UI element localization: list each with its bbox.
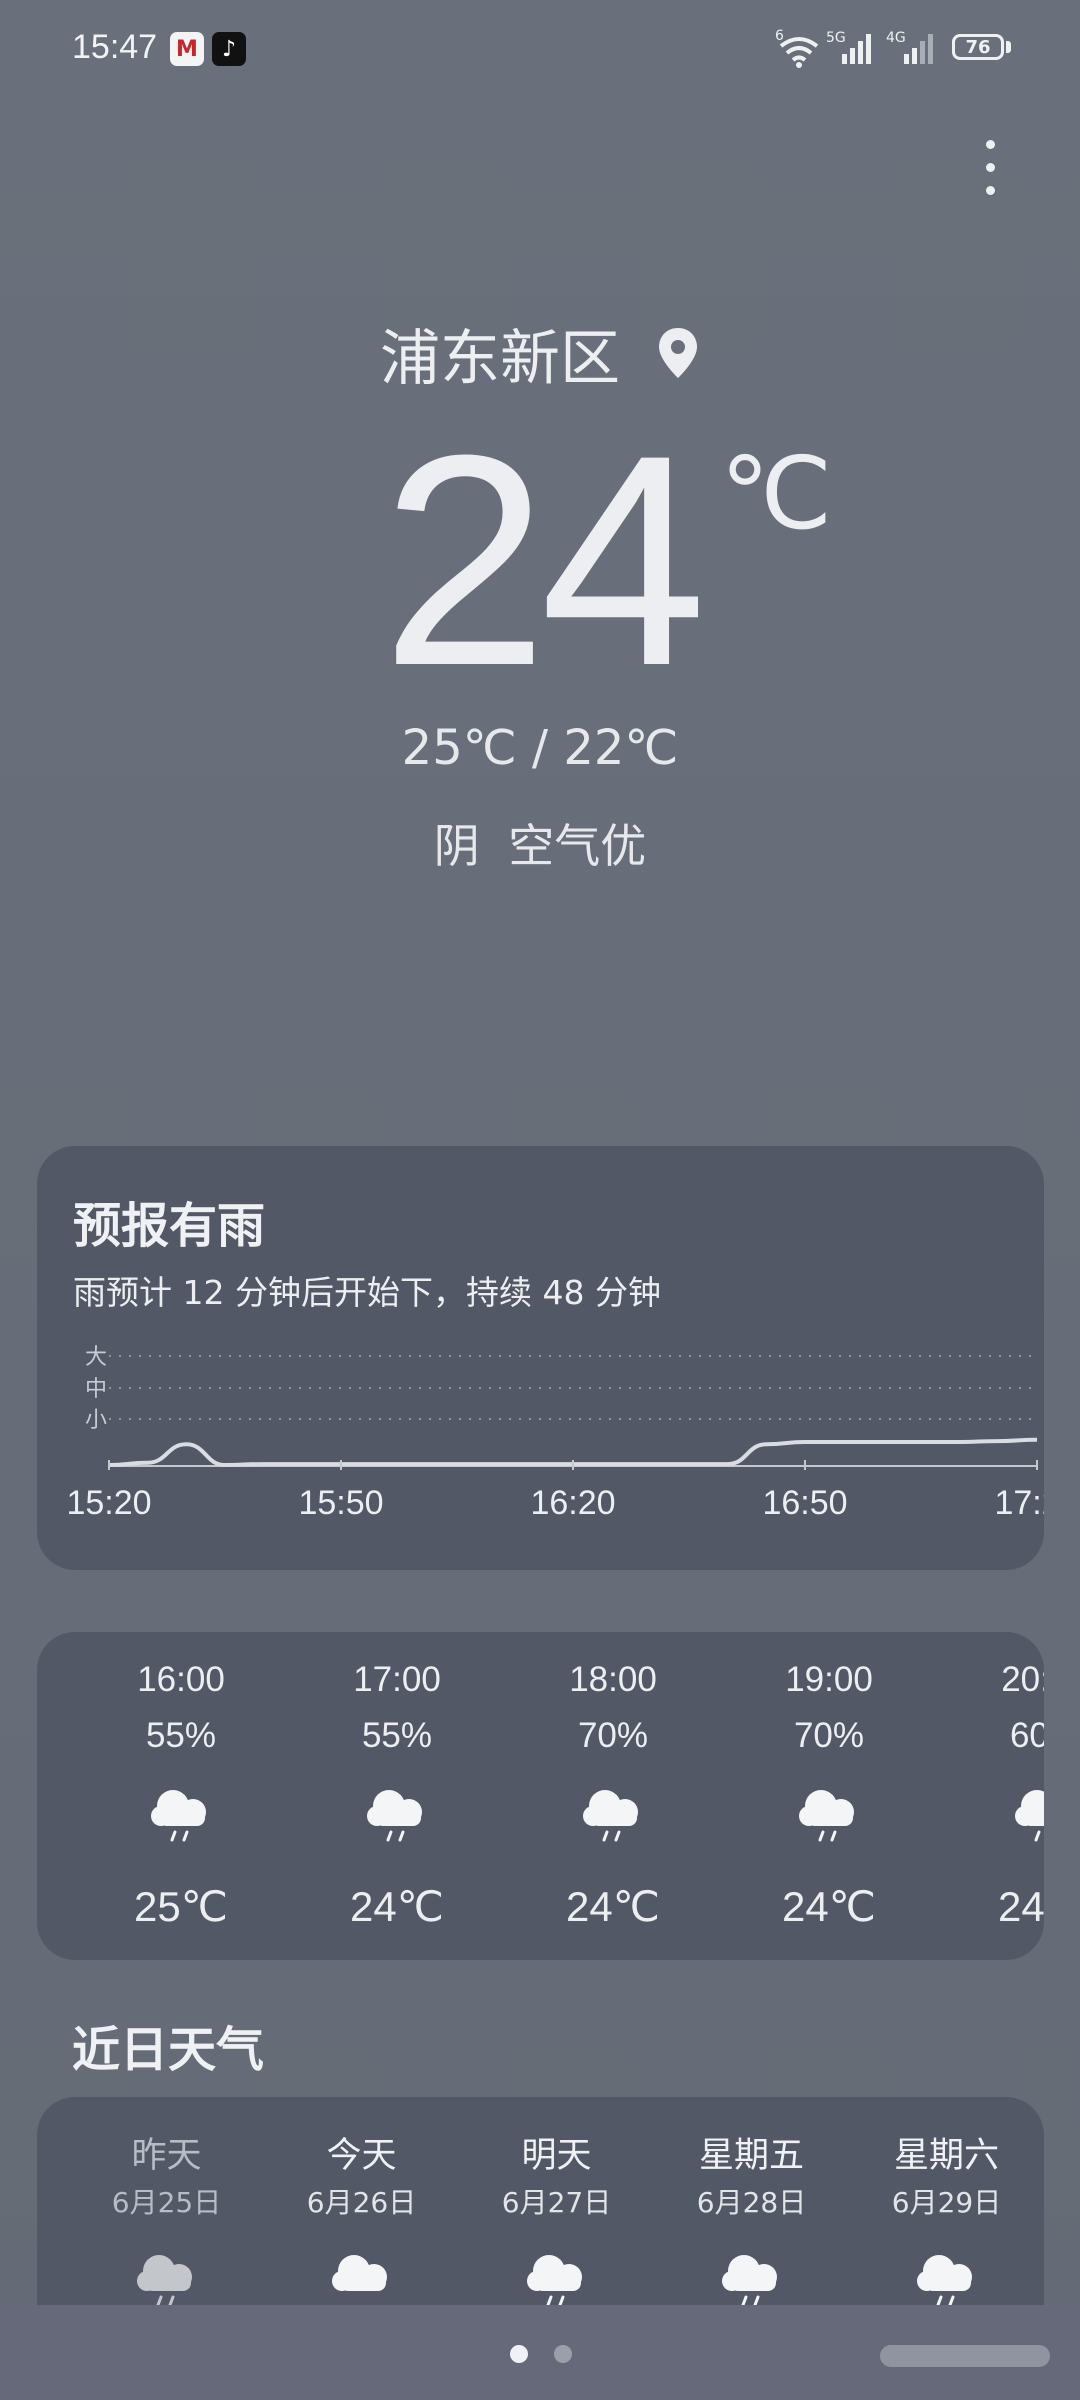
x-tick-label: 16:50 xyxy=(762,1484,847,1522)
hourly-time: 16:00 xyxy=(137,1660,225,1699)
rain-forecast-subtitle: 雨预计 12 分钟后开始下，持续 48 分钟 xyxy=(73,1273,661,1312)
daily-date: 6月28日 xyxy=(696,2186,807,2219)
page-indicator-active[interactable] xyxy=(510,2345,528,2363)
battery-tip xyxy=(1006,41,1011,53)
rain-cloud-icon xyxy=(722,2255,777,2307)
rain-forecast-title: 预报有雨 xyxy=(73,1198,266,1254)
daily-date: 6月25日 xyxy=(111,2186,222,2219)
battery-icon: 76 xyxy=(952,34,1004,60)
location-header[interactable]: 浦东新区 xyxy=(0,310,1080,397)
rain-cloud-icon xyxy=(151,1790,206,1842)
temperature-unit: ℃ xyxy=(720,438,833,550)
hourly-time: 18:00 xyxy=(569,1660,657,1699)
battery-level: 76 xyxy=(965,36,991,58)
hourly-temperature: 24℃ xyxy=(566,1883,660,1930)
rain-cloud-icon xyxy=(917,2255,972,2307)
signal-strength-icon-sim2 xyxy=(904,34,933,64)
recent-weather-title: 近日天气 xyxy=(72,2022,265,2078)
signal-strength-icon-sim1 xyxy=(842,34,871,64)
location-pin-icon xyxy=(659,327,697,378)
rain-cloud-icon xyxy=(583,1790,638,1842)
daily-day-name: 星期五 xyxy=(698,2136,804,2176)
x-tick-label: 15:20 xyxy=(66,1484,151,1522)
hourly-precip-probability: 70% xyxy=(793,1716,865,1755)
hourly-precip-probability: 55% xyxy=(361,1716,433,1755)
rain-cloud-icon xyxy=(367,1790,422,1842)
wifi-label: 6 xyxy=(775,28,784,44)
hourly-temperature: 24℃ xyxy=(998,1883,1044,1930)
x-tick-label: 17:20 xyxy=(994,1484,1044,1522)
rain-cloud-icon xyxy=(527,2255,582,2307)
daily-day-name: 明天 xyxy=(521,2136,592,2176)
hourly-precip-probability: 70% xyxy=(577,1716,649,1755)
weather-condition-air-quality: 阴 空气优 xyxy=(433,819,647,873)
cloud-icon xyxy=(332,2255,387,2291)
hourly-time: 19:00 xyxy=(785,1660,873,1699)
hourly-temperature: 24℃ xyxy=(350,1883,444,1930)
hourly-precip-probability: 55% xyxy=(145,1716,217,1755)
hourly-temperature: 25℃ xyxy=(134,1883,228,1930)
daily-date: 6月26日 xyxy=(306,2186,417,2219)
x-tick-label: 15:50 xyxy=(298,1484,383,1522)
y-tick-label: 中 xyxy=(85,1377,107,1402)
rain-intensity-chart: 小中大 15:20 15:50 16:20 16:50 17:20 xyxy=(66,1345,1044,1522)
hourly-forecast-card[interactable]: 16:00 55% 25℃ 17:00 55% 24℃ 18:00 70% 24℃ 19:00 70… xyxy=(37,1632,1044,1960)
daily-date: 6月29日 xyxy=(891,2186,1002,2219)
x-tick-label: 16:20 xyxy=(530,1484,615,1522)
bank-app-icon: M xyxy=(170,32,204,66)
high-low-temperature: 25℃ / 22℃ xyxy=(401,720,679,776)
current-temperature-container: 24 xyxy=(0,400,1080,720)
y-tick-label: 小 xyxy=(85,1408,107,1433)
daily-day-name: 今天 xyxy=(326,2136,397,2176)
daily-day-name: 昨天 xyxy=(131,2136,202,2176)
hourly-temperature: 24℃ xyxy=(782,1883,876,1930)
hourly-precip-probability: 60% xyxy=(1009,1716,1044,1755)
current-temperature: 24 xyxy=(381,392,707,728)
rain-cloud-icon xyxy=(799,1790,854,1842)
daily-day-name: 星期六 xyxy=(893,2136,999,2176)
page-indicator-inactive[interactable] xyxy=(554,2345,572,2363)
location-name: 浦东新区 xyxy=(380,324,620,394)
daily-date: 6月27日 xyxy=(501,2186,612,2219)
rain-forecast-card[interactable]: 预报有雨 雨预计 12 分钟后开始下，持续 48 分钟 小中大 15:20 15:5… xyxy=(37,1146,1044,1570)
tiktok-icon: ♪ xyxy=(212,32,246,66)
hourly-time: 17:00 xyxy=(353,1660,441,1699)
more-options-icon[interactable] xyxy=(975,140,1005,220)
rain-cloud-icon xyxy=(1015,1790,1044,1842)
y-tick-label: 大 xyxy=(85,1345,107,1370)
status-time: 15:47 xyxy=(72,28,158,66)
rain-cloud-icon xyxy=(137,2255,192,2307)
hourly-time: 20:00 xyxy=(1001,1660,1044,1699)
watermark-blur xyxy=(880,2345,1050,2367)
